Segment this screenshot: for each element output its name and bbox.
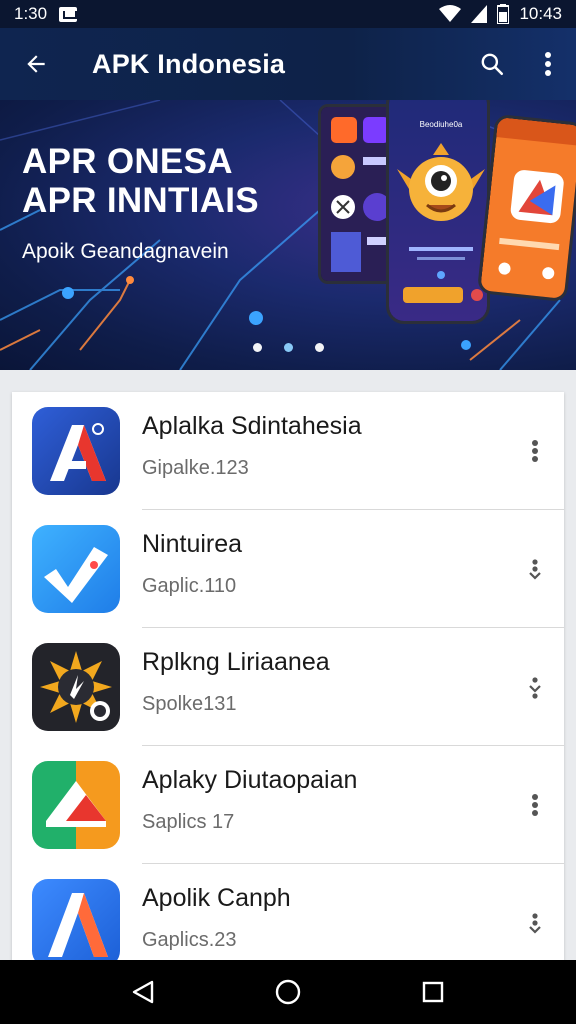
nav-recents-button[interactable] (401, 960, 465, 1024)
arrow-back-icon (27, 55, 45, 73)
app-list-card: Aplalka Sdintahesia Gipalke.123 Nintuire… (12, 392, 564, 972)
expand-icon (529, 677, 541, 699)
expand-button[interactable] (520, 903, 550, 943)
phone-mockup-right (476, 113, 576, 303)
blue-check-app-icon (32, 525, 120, 613)
nav-home-button[interactable] (256, 960, 320, 1024)
wifi-icon (439, 5, 462, 22)
list-item[interactable]: Aplaky Diutaopaian Saplics 17 (12, 746, 564, 864)
more-vert-icon (532, 794, 538, 816)
promo-banner[interactable]: APR ONESA APR INNTIAIS Apoik Geandagnave… (0, 100, 576, 370)
page-title: APK Indonesia (92, 48, 286, 79)
overflow-menu-button[interactable] (520, 28, 576, 100)
banner-headline-line1: APR ONESA (22, 142, 233, 181)
list-item[interactable]: Aplalka Sdintahesia Gipalke.123 (12, 392, 564, 510)
app-name: Aplaky Diutaopaian (142, 766, 358, 794)
circle-home-icon (275, 979, 301, 1005)
banner-page-indicator (0, 343, 576, 352)
page-dot-1[interactable] (252, 343, 262, 352)
phone-right-screen (479, 117, 576, 303)
signal-icon (471, 5, 488, 23)
search-icon (481, 53, 504, 76)
page-dot-3[interactable] (314, 343, 324, 352)
app-bar: APK Indonesia (0, 28, 576, 100)
app-name: Aplalka Sdintahesia (142, 412, 362, 440)
phone-screen-label: Beodiuhe0a (420, 120, 463, 129)
app-list-area: Aplalka Sdintahesia Gipalke.123 Nintuire… (0, 370, 576, 972)
expand-icon (529, 913, 541, 934)
triangle-back-icon (132, 980, 153, 1004)
app-meta: Gaplic.110 (142, 575, 237, 597)
banner-subtitle: Apoik Geandagnavein (22, 240, 229, 263)
system-navigation-bar (0, 960, 576, 1024)
more-options-button[interactable] (520, 785, 550, 825)
phone-mockup-left (318, 104, 396, 284)
search-button[interactable] (464, 28, 520, 100)
app-name: Apolik Canph (142, 884, 291, 912)
notification-icon (59, 6, 78, 22)
status-bar: 1:30 10:43 (0, 0, 576, 28)
banner-headline: APR ONESA APR INNTIAIS (22, 142, 259, 220)
app-meta: Saplics 17 (142, 811, 235, 833)
list-item[interactable]: Rplkng Liriaanea Spolke131 (12, 628, 564, 746)
status-clock: 10:43 (519, 4, 562, 23)
green-orange-app-icon (32, 761, 120, 849)
phone-left-screen (321, 107, 393, 281)
app-meta: Gipalke.123 (142, 457, 249, 479)
expand-button[interactable] (520, 549, 550, 589)
app-name: Rplkng Liriaanea (142, 648, 330, 676)
more-options-button[interactable] (520, 431, 550, 471)
status-time: 1:30 (14, 4, 48, 23)
more-vert-icon (545, 52, 551, 76)
list-item[interactable]: Apolik Canph Gaplics.23 (12, 864, 564, 972)
phone-center-screen: Beodiuhe0a (389, 100, 487, 321)
list-item[interactable]: Nintuirea Gaplic.110 (12, 510, 564, 628)
app-name: Nintuirea (142, 530, 243, 558)
nav-back-button[interactable] (111, 960, 175, 1024)
page-dot-2[interactable] (283, 343, 293, 352)
square-recents-icon (423, 981, 444, 1003)
expand-button[interactable] (520, 667, 550, 707)
back-button[interactable] (0, 28, 72, 100)
app-meta: Spolke131 (142, 693, 237, 715)
phone-mockup-center: Beodiuhe0a (386, 100, 490, 324)
app-meta: Gaplics.23 (142, 929, 237, 951)
banner-headline-line2: APR INNTIAIS (22, 181, 259, 221)
more-vert-icon (532, 440, 538, 462)
letter-a-red-icon (32, 407, 120, 495)
letter-a-blue-icon (32, 879, 120, 967)
battery-icon (497, 4, 510, 24)
expand-icon (529, 559, 541, 580)
sunburst-app-icon (32, 643, 120, 731)
